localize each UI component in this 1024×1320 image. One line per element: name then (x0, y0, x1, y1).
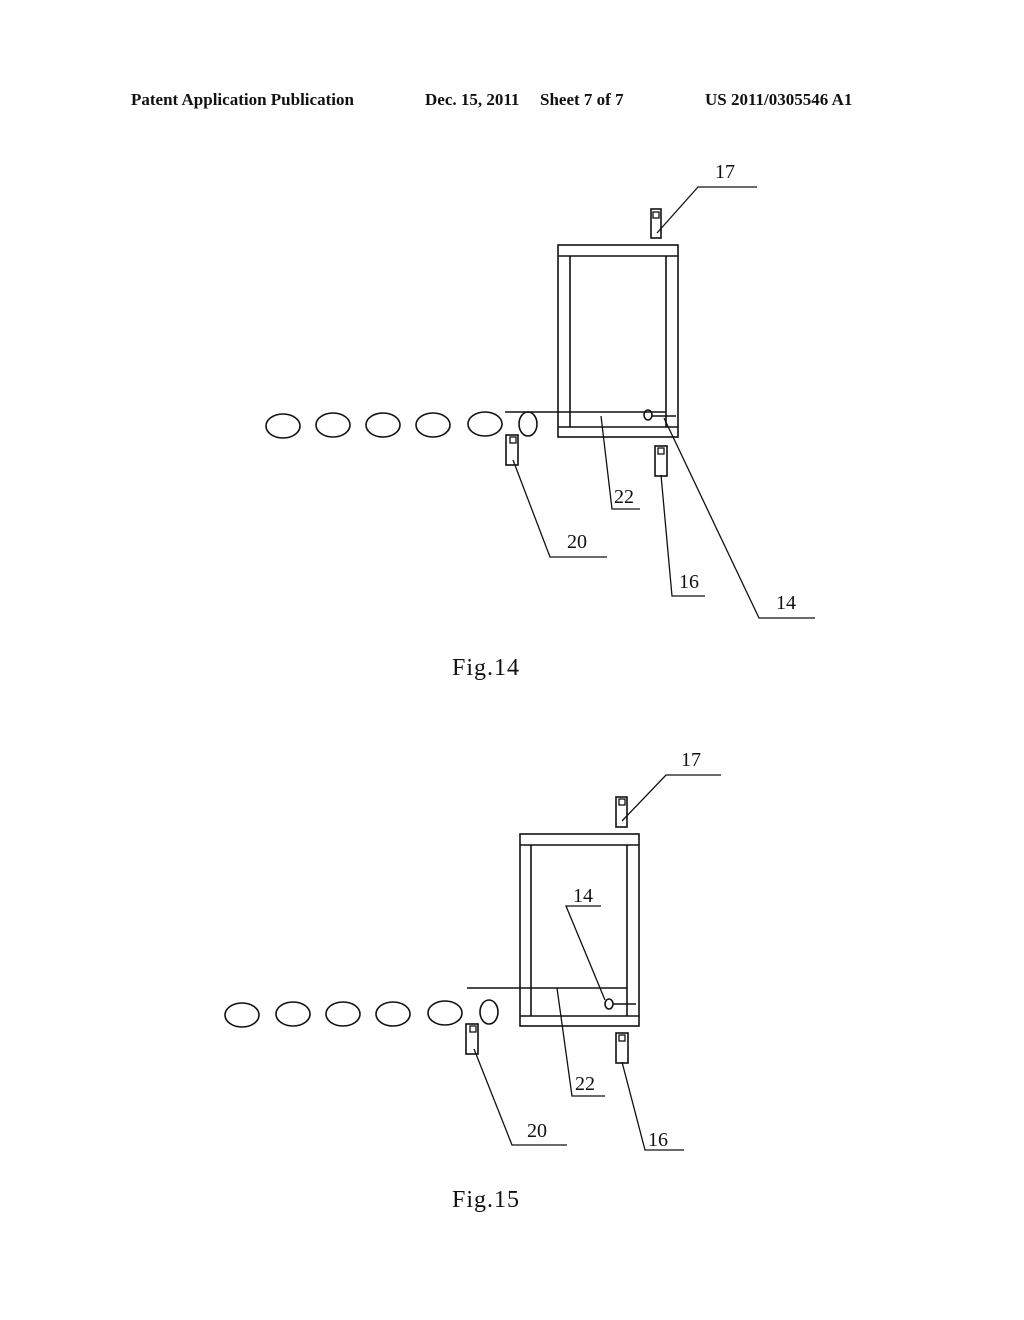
leader-17 (621, 774, 721, 822)
sensor-window (652, 211, 660, 219)
pivot-circle (604, 998, 614, 1010)
queued-item (265, 413, 301, 439)
sensor-window (618, 798, 626, 806)
sensor-body (615, 1032, 629, 1064)
label-16: 16 (679, 571, 699, 593)
queued-item (365, 412, 401, 438)
label-14: 14 (776, 592, 796, 614)
queued-item (518, 411, 538, 437)
housing-frame (519, 833, 640, 1027)
queued-item (375, 1001, 411, 1027)
queued-item (479, 999, 499, 1025)
figure-15: 17 20 22 16 14 Fig.15 (224, 749, 721, 1213)
queued-item (325, 1001, 361, 1027)
queued-item (415, 412, 451, 438)
housing-frame (557, 244, 679, 438)
sensor-16 (654, 445, 668, 477)
label-20: 20 (567, 531, 587, 553)
leader-20 (473, 1048, 567, 1146)
label-17: 17 (715, 161, 735, 183)
leader-17 (656, 186, 757, 234)
sensor-body (654, 445, 668, 477)
label-20: 20 (527, 1120, 547, 1142)
sensor-16 (615, 1032, 629, 1064)
sensor-window (618, 1034, 626, 1042)
label-22: 22 (614, 486, 634, 508)
sensor-window (657, 447, 665, 455)
label-17: 17 (681, 749, 701, 771)
frame-outer (557, 244, 679, 438)
label-16: 16 (648, 1129, 668, 1151)
queued-items (265, 411, 538, 439)
queued-item (275, 1001, 311, 1027)
figure-caption: Fig.15 (452, 1187, 520, 1213)
figure-14: 17 20 22 16 14 Fig.14 (265, 161, 815, 681)
queued-item (427, 1000, 463, 1026)
sensor-20 (465, 1023, 479, 1055)
label-14: 14 (573, 885, 593, 907)
sensor-17 (615, 796, 628, 828)
queued-item (467, 411, 503, 437)
sensor-20 (505, 434, 519, 466)
queued-item (315, 412, 351, 438)
queued-item (224, 1002, 260, 1028)
label-22: 22 (575, 1073, 595, 1095)
queued-items (224, 999, 499, 1028)
frame-outer (519, 833, 640, 1027)
leader-20 (512, 459, 607, 558)
drawing-sheet: 17 20 22 16 14 Fig.14 17 20 22 16 14 Fig… (224, 161, 815, 1213)
sensor-window (469, 1025, 477, 1033)
sensor-17 (650, 208, 662, 239)
sensor-window (509, 436, 517, 444)
leader-14 (565, 905, 606, 1001)
figure-caption: Fig.14 (452, 655, 520, 681)
